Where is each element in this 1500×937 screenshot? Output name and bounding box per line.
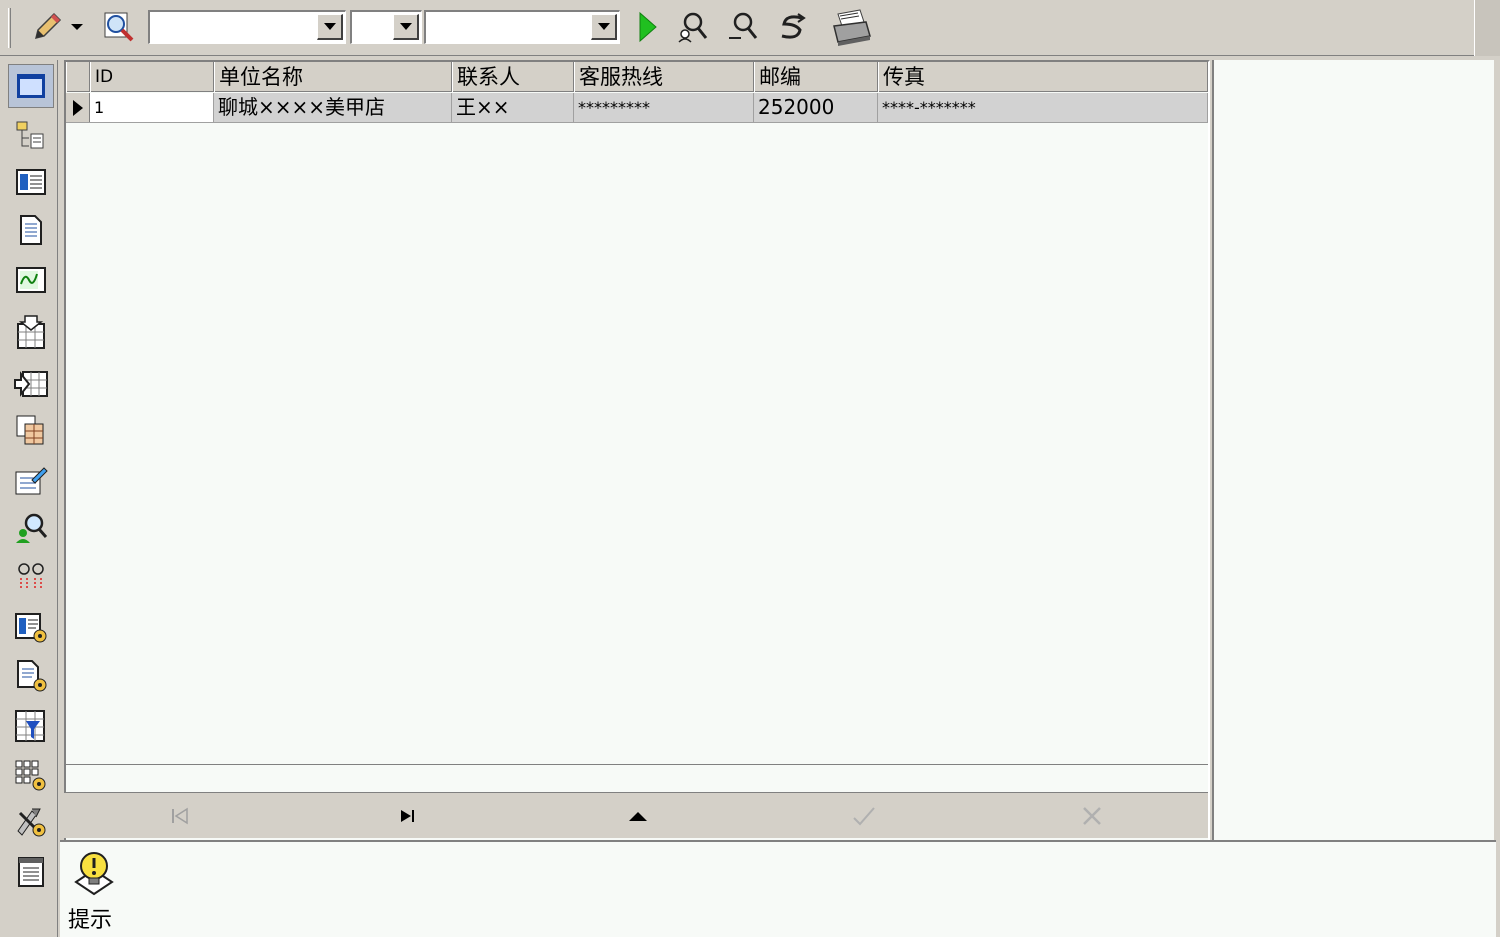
find-person-minus-icon[interactable] xyxy=(724,8,762,46)
data-grid[interactable]: ID 单位名称 联系人 客服热线 邮编 传真 1 聊城××××美甲店 王×× *… xyxy=(64,60,1210,840)
chevron-down-icon[interactable] xyxy=(66,8,88,46)
cell-name[interactable]: 聊城××××美甲店 xyxy=(214,93,452,122)
window-icon[interactable] xyxy=(8,64,54,108)
hint-panel: 提示 xyxy=(60,840,1496,937)
row-indicator-icon xyxy=(66,93,90,122)
hint-label: 提示 xyxy=(68,908,113,933)
record-navigator xyxy=(64,792,1208,838)
tools-settings-icon[interactable] xyxy=(8,800,54,844)
toolbar xyxy=(0,0,1500,56)
search-field-combo[interactable] xyxy=(148,10,346,44)
pencil-icon[interactable] xyxy=(28,8,66,46)
search-value-combo[interactable] xyxy=(424,10,620,44)
sidebar xyxy=(4,60,58,937)
column-header-id[interactable]: ID xyxy=(90,62,214,92)
cell-hotline[interactable]: ********* xyxy=(574,93,754,122)
chevron-down-icon[interactable] xyxy=(591,14,617,40)
column-header-fax[interactable]: 传真 xyxy=(878,62,1208,92)
column-header-zipcode[interactable]: 邮编 xyxy=(754,62,878,92)
notepad-icon[interactable] xyxy=(8,850,54,894)
header-indicator xyxy=(66,62,90,92)
right-panel xyxy=(1212,60,1494,840)
doc-settings-icon[interactable] xyxy=(8,654,54,698)
printer-icon[interactable] xyxy=(828,8,874,46)
column-header-hotline[interactable]: 客服热线 xyxy=(574,62,754,92)
copy-table-icon[interactable] xyxy=(8,408,54,452)
operator-combo[interactable] xyxy=(350,10,422,44)
app-window: ID 单位名称 联系人 客服热线 邮编 传真 1 聊城××××美甲店 王×× *… xyxy=(0,0,1500,937)
column-header-contact[interactable]: 联系人 xyxy=(452,62,574,92)
cell-fax[interactable]: ****-******* xyxy=(878,93,1208,122)
toolbar-edge xyxy=(1474,0,1500,56)
pairs-icon[interactable] xyxy=(8,554,54,598)
check-icon[interactable] xyxy=(844,799,884,833)
last-record-icon[interactable] xyxy=(388,799,428,833)
cell-contact[interactable]: 王×× xyxy=(452,93,574,122)
card-settings-icon[interactable] xyxy=(8,606,54,650)
column-header-name[interactable]: 单位名称 xyxy=(214,62,452,92)
find-person-icon[interactable] xyxy=(674,8,712,46)
toolbar-grip[interactable] xyxy=(8,8,11,48)
lightbulb-icon xyxy=(72,850,116,900)
play-icon[interactable] xyxy=(628,8,666,46)
chart-icon[interactable] xyxy=(8,258,54,302)
user-search-icon[interactable] xyxy=(8,506,54,550)
table-import-icon[interactable] xyxy=(8,310,54,354)
table-row[interactable]: 1 聊城××××美甲店 王×× ********* 252000 ****-**… xyxy=(66,93,1208,123)
magnifier-icon[interactable] xyxy=(100,8,138,46)
card-icon[interactable] xyxy=(8,160,54,204)
edit-form-icon[interactable] xyxy=(8,458,54,502)
cancel-icon[interactable] xyxy=(1072,799,1112,833)
cell-id[interactable]: 1 xyxy=(90,93,214,122)
first-record-icon[interactable] xyxy=(160,799,200,833)
table-export-icon[interactable] xyxy=(8,362,54,406)
refresh-icon[interactable] xyxy=(774,8,812,46)
chevron-down-icon[interactable] xyxy=(317,14,343,40)
tree-list-icon[interactable] xyxy=(8,114,54,158)
cell-zipcode[interactable]: 252000 xyxy=(754,93,878,122)
grid-settings-icon[interactable] xyxy=(8,754,54,798)
document-icon[interactable] xyxy=(8,208,54,252)
filter-table-icon[interactable] xyxy=(8,704,54,748)
chevron-down-icon[interactable] xyxy=(393,14,419,40)
grid-header: ID 单位名称 联系人 客服热线 邮编 传真 xyxy=(66,62,1208,92)
move-up-icon[interactable] xyxy=(618,799,658,833)
grid-footer-divider xyxy=(66,764,1208,765)
